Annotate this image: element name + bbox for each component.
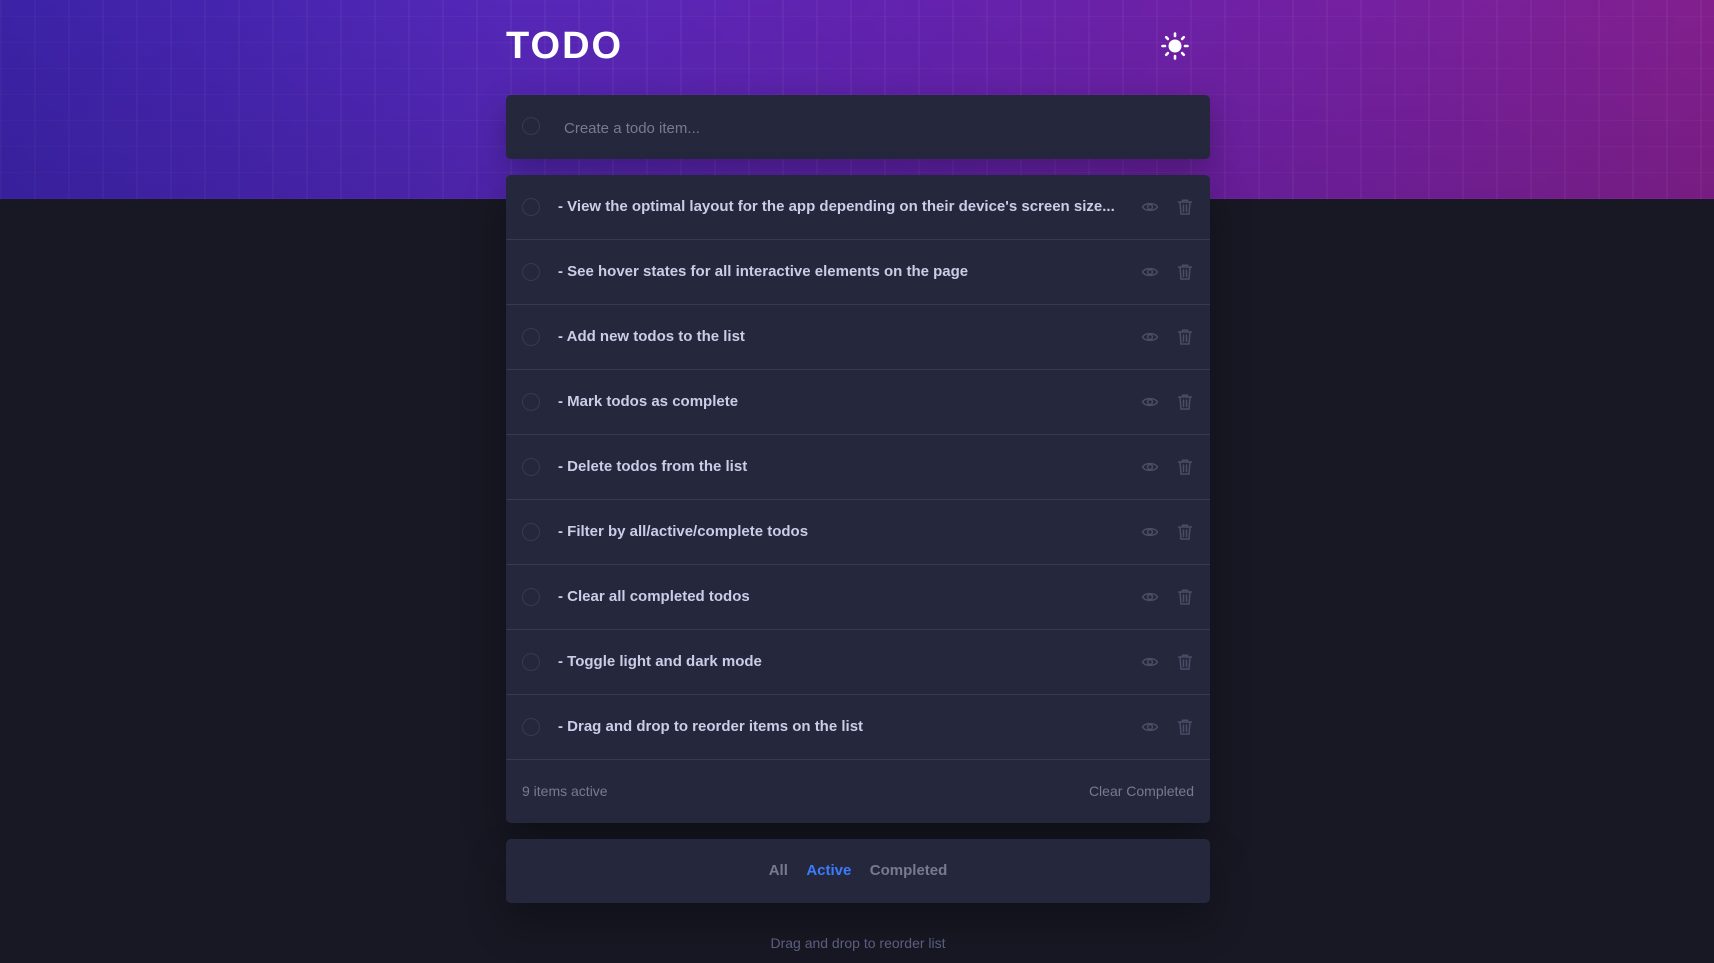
todo-item[interactable]: - Toggle light and dark mode (506, 630, 1210, 695)
todo-text: - See hover states for all interactive e… (558, 263, 969, 280)
eye-icon[interactable] (1141, 328, 1159, 346)
eye-icon[interactable] (1141, 588, 1159, 606)
header-background-shade (0, 0, 520, 199)
reorder-hint: Drag and drop to reorder list (770, 935, 946, 951)
todo-text: - Add new todos to the list (558, 328, 745, 345)
eye-icon[interactable] (1141, 393, 1159, 411)
sun-icon (1161, 32, 1189, 60)
todo-checkbox[interactable] (522, 653, 540, 671)
filter-completed[interactable]: Completed (870, 839, 948, 903)
todo-checkbox[interactable] (522, 198, 540, 216)
todo-item[interactable]: - Delete todos from the list (506, 435, 1210, 500)
todo-text: - Delete todos from the list (558, 458, 748, 475)
todo-text: - Drag and drop to reorder items on the … (558, 718, 864, 735)
todo-item[interactable]: - Drag and drop to reorder items on the … (506, 695, 1210, 760)
todo-checkbox[interactable] (522, 523, 540, 541)
list-footer: 9 items active Clear Completed (506, 760, 1210, 823)
new-todo-bar (506, 95, 1210, 159)
eye-icon[interactable] (1141, 458, 1159, 476)
todo-item[interactable]: - View the optimal layout for the app de… (506, 175, 1210, 240)
trash-icon[interactable] (1176, 588, 1194, 606)
trash-icon[interactable] (1176, 653, 1194, 671)
todo-item[interactable]: - See hover states for all interactive e… (506, 240, 1210, 305)
trash-icon[interactable] (1176, 198, 1194, 216)
trash-icon[interactable] (1176, 393, 1194, 411)
todo-checkbox[interactable] (522, 458, 540, 476)
eye-icon[interactable] (1141, 523, 1159, 541)
new-todo-input[interactable] (562, 111, 1186, 145)
todo-text: - Clear all completed todos (558, 588, 750, 605)
todo-list: - View the optimal layout for the app de… (506, 175, 1210, 823)
todo-checkbox[interactable] (522, 393, 540, 411)
todo-checkbox[interactable] (522, 718, 540, 736)
header: TODO (506, 24, 1210, 68)
todo-checkbox[interactable] (522, 263, 540, 281)
app-title: TODO (506, 25, 624, 67)
todo-checkbox[interactable] (522, 588, 540, 606)
eye-icon[interactable] (1141, 653, 1159, 671)
clear-completed-button[interactable]: Clear Completed (1089, 760, 1194, 823)
todo-item[interactable]: - Filter by all/active/complete todos (506, 500, 1210, 565)
items-active-count: 9 items active (522, 783, 608, 799)
todo-text: - View the optimal layout for the app de… (558, 198, 1115, 215)
eye-icon[interactable] (1141, 263, 1159, 281)
todo-text: - Mark todos as complete (558, 393, 739, 410)
todo-text: - Filter by all/active/complete todos (558, 523, 809, 540)
todo-checkbox[interactable] (522, 328, 540, 346)
todo-text: - Toggle light and dark mode (558, 653, 762, 670)
filter-all[interactable]: All (769, 839, 788, 903)
trash-icon[interactable] (1176, 328, 1194, 346)
new-todo-checkbox[interactable] (522, 117, 540, 135)
todo-item[interactable]: - Add new todos to the list (506, 305, 1210, 370)
eye-icon[interactable] (1141, 718, 1159, 736)
trash-icon[interactable] (1176, 263, 1194, 281)
todo-item[interactable]: - Mark todos as complete (506, 370, 1210, 435)
trash-icon[interactable] (1176, 523, 1194, 541)
filter-active[interactable]: Active (806, 839, 851, 903)
eye-icon[interactable] (1141, 198, 1159, 216)
trash-icon[interactable] (1176, 718, 1194, 736)
theme-toggle-button[interactable] (1160, 31, 1190, 61)
todo-item[interactable]: - Clear all completed todos (506, 565, 1210, 630)
trash-icon[interactable] (1176, 458, 1194, 476)
filter-bar: All Active Completed (506, 839, 1210, 903)
